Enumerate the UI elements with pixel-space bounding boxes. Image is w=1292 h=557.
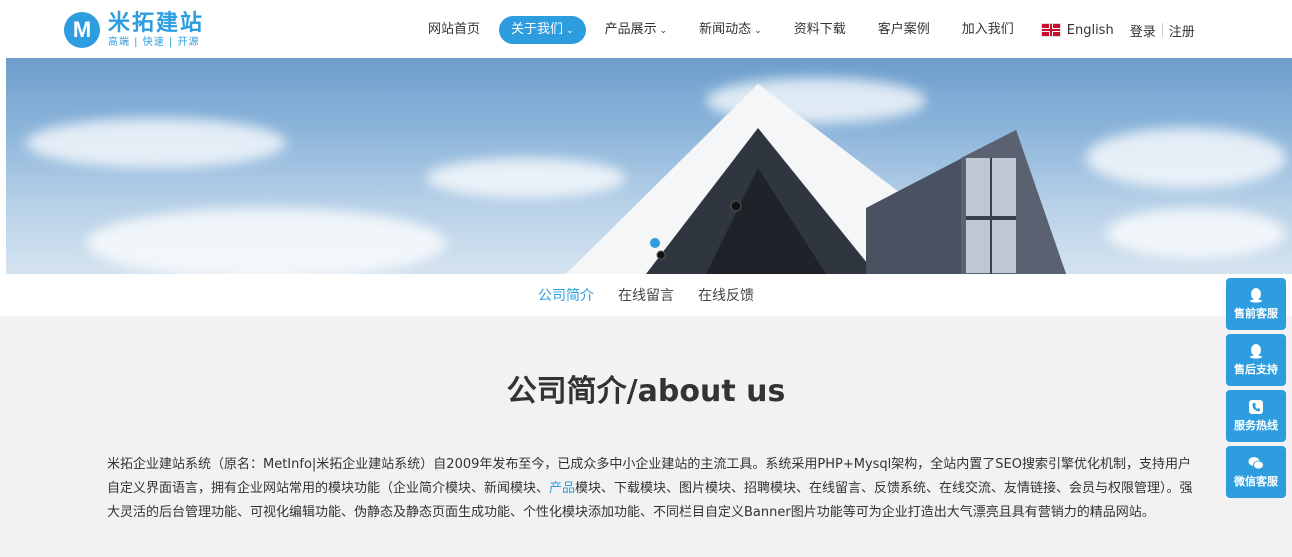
nav-item-join[interactable]: 加入我们 <box>949 16 1027 44</box>
side-item-label: 售前客服 <box>1234 307 1278 320</box>
chevron-down-icon: ⌄ <box>566 26 574 36</box>
phone-icon <box>1249 400 1263 414</box>
uk-flag-icon <box>1040 23 1061 37</box>
hero-banner <box>6 58 1292 274</box>
page-title: 公司简介/about us <box>506 374 786 409</box>
company-description: 米拓企业建站系统（原名：MetInfo|米拓企业建站系统）自2009年发布至今，… <box>107 453 1197 525</box>
logo-tagline: 高端 | 快速 | 开源 <box>108 36 200 48</box>
subnav-item-message[interactable]: 在线留言 <box>618 285 674 305</box>
register-link[interactable]: 注册 <box>1169 21 1195 40</box>
nav-item-products[interactable]: 产品展示 ⌄ <box>592 16 681 44</box>
site-logo[interactable]: M 米拓建站 高端 | 快速 | 开源 <box>64 10 214 50</box>
logo-mark-icon: M <box>64 12 100 48</box>
qq-icon <box>1250 344 1262 359</box>
wechat-service-button[interactable]: 微信客服 <box>1226 446 1286 498</box>
logo-name: 米拓建站 <box>108 10 205 36</box>
aftersales-support-button[interactable]: 售后支持 <box>1226 334 1286 386</box>
products-link[interactable]: 产品 <box>549 481 575 496</box>
carousel-indicator[interactable] <box>650 238 660 248</box>
side-service-panel: 售前客服 售后支持 服务热线 微信客服 <box>1226 278 1286 502</box>
wechat-icon <box>1248 457 1264 470</box>
divider <box>1161 23 1163 37</box>
side-item-label: 售后支持 <box>1234 363 1278 376</box>
presales-service-button[interactable]: 售前客服 <box>1226 278 1286 330</box>
nav-item-cases[interactable]: 客户案例 <box>865 16 943 44</box>
subnav-item-about[interactable]: 公司简介 <box>538 285 594 305</box>
nav-item-home[interactable]: 网站首页 <box>415 16 493 44</box>
nav-item-about[interactable]: 关于我们 ⌄ <box>499 16 586 44</box>
side-item-label: 服务热线 <box>1234 419 1278 432</box>
side-item-label: 微信客服 <box>1234 475 1278 488</box>
content-section: 公司简介/about us 米拓企业建站系统（原名：MetInfo|米拓企业建站… <box>0 316 1292 557</box>
service-hotline-button[interactable]: 服务热线 <box>1226 390 1286 442</box>
building-illustration <box>566 84 1066 274</box>
sub-nav: 公司简介 在线留言 在线反馈 <box>0 274 1292 316</box>
login-link[interactable]: 登录 <box>1130 21 1156 40</box>
auth-links: 登录 注册 <box>1130 21 1195 40</box>
site-header: M 米拓建站 高端 | 快速 | 开源 网站首页 关于我们 ⌄ 产品展示 ⌄ 新闻动… <box>0 0 1292 58</box>
chevron-down-icon: ⌄ <box>754 26 762 36</box>
qq-icon <box>1250 288 1262 303</box>
chevron-down-icon: ⌄ <box>659 26 668 36</box>
nav-item-news[interactable]: 新闻动态 ⌄ <box>686 16 775 44</box>
main-nav: 网站首页 关于我们 ⌄ 产品展示 ⌄ 新闻动态 ⌄ 资料下载 客户案例 加入我们 En… <box>415 16 1195 44</box>
nav-item-downloads[interactable]: 资料下载 <box>781 16 859 44</box>
language-label: English <box>1066 22 1114 38</box>
language-switch[interactable]: English <box>1040 22 1114 38</box>
logo-text: 米拓建站 高端 | 快速 | 开源 <box>108 10 205 48</box>
subnav-item-feedback[interactable]: 在线反馈 <box>698 285 754 305</box>
